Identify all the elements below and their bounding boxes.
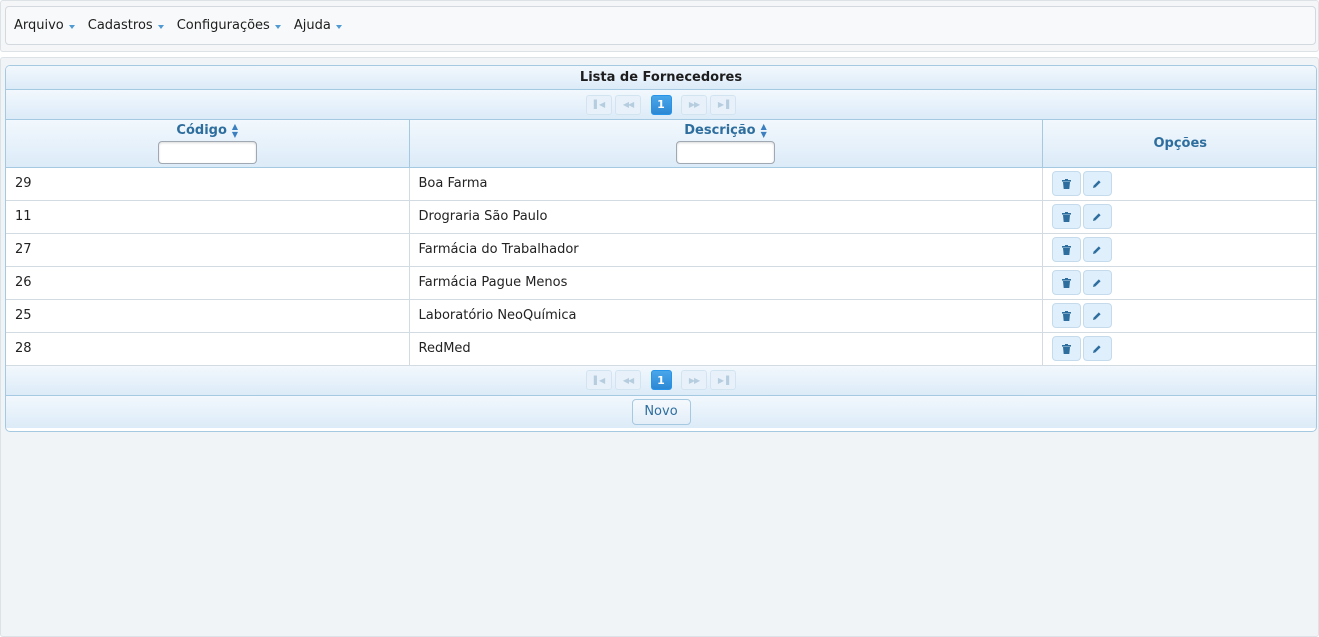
paginator-top: ▌◀ ◀◀ 1 ▶▶ ▶▐ [6,90,1316,120]
cell-descricao: Farmácia Pague Menos [409,266,1043,300]
pencil-icon [1093,245,1101,254]
menu-ajuda-label: Ajuda [293,18,331,33]
menu-configuracoes[interactable]: Configurações [177,18,281,33]
cell-codigo: 29 [6,167,410,201]
menu-cadastros[interactable]: Cadastros [88,18,164,33]
page-1-button[interactable]: 1 [650,370,672,390]
trash-icon [1061,310,1071,321]
trash-icon [1061,277,1071,288]
table-row: 25 Laboratório NeoQuímica [6,299,1316,333]
table-row: 28 RedMed [6,332,1316,366]
first-page-icon[interactable]: ▌◀ [586,370,612,390]
chevron-down-icon [335,24,342,29]
menu-ajuda[interactable]: Ajuda [294,18,342,33]
table-row: 26 Farmácia Pague Menos [6,266,1316,300]
cell-opcoes [1042,299,1316,333]
first-page-icon[interactable]: ▌◀ [586,94,612,115]
trash-icon [1061,244,1071,255]
menubar: Arquivo Cadastros Configurações Ajuda [5,6,1316,45]
cell-codigo: 28 [6,332,410,366]
table-row: 11 Drograria São Paulo [6,200,1316,234]
edit-button[interactable] [1082,303,1112,328]
last-page-icon[interactable]: ▶▐ [710,370,736,390]
table-header-row: Código ▲ ▼ Descrição ▲ ▼ Opções [6,120,1316,168]
paginator-bottom: ▌◀ ◀◀ 1 ▶▶ ▶▐ [6,365,1316,396]
trash-icon [1061,178,1071,189]
chevron-down-icon [157,24,164,29]
menu-cadastros-label: Cadastros [87,18,153,33]
pencil-icon [1093,212,1101,221]
cell-descricao: Laboratório NeoQuímica [409,299,1043,333]
trash-icon [1061,211,1071,222]
pencil-icon [1093,344,1101,353]
column-descricao-label: Descrição [684,123,756,139]
menubar-container: Arquivo Cadastros Configurações Ajuda [0,0,1319,52]
edit-button[interactable] [1082,204,1112,229]
prev-page-icon[interactable]: ◀◀ [615,94,641,115]
delete-button[interactable] [1051,336,1081,361]
sort-icon[interactable]: ▲ ▼ [761,122,767,139]
column-descricao[interactable]: Descrição ▲ ▼ [409,120,1043,168]
panel-title-bar: Lista de Fornecedores [6,66,1316,90]
column-codigo[interactable]: Código ▲ ▼ [6,120,410,168]
edit-button[interactable] [1082,237,1112,262]
menu-arquivo-label: Arquivo [14,18,64,33]
cell-codigo: 11 [6,200,410,234]
panel-title: Lista de Fornecedores [579,70,743,85]
cell-opcoes [1042,332,1316,366]
delete-button[interactable] [1051,171,1081,196]
fornecedores-table: Código ▲ ▼ Descrição ▲ ▼ Opções 29 Boa F… [6,120,1316,366]
trash-icon [1061,343,1071,354]
table-row: 27 Farmácia do Trabalhador [6,233,1316,267]
cell-codigo: 27 [6,233,410,267]
sort-icon[interactable]: ▲ ▼ [232,122,238,139]
delete-button[interactable] [1051,270,1081,295]
fornecedores-datatable: Lista de Fornecedores ▌◀ ◀◀ 1 ▶▶ ▶▐ Códi… [5,65,1317,432]
edit-button[interactable] [1082,270,1112,295]
last-page-icon[interactable]: ▶▐ [710,94,736,115]
cell-opcoes [1042,200,1316,234]
codigo-filter-input[interactable] [157,140,257,164]
chevron-down-icon [274,24,281,29]
descricao-filter-input[interactable] [676,140,775,164]
pencil-icon [1093,311,1101,320]
delete-button[interactable] [1051,303,1081,328]
next-page-icon[interactable]: ▶▶ [681,94,707,115]
table-footer: Novo [6,395,1316,428]
page-1-button[interactable]: 1 [650,94,672,115]
edit-button[interactable] [1082,171,1112,196]
table-row: 29 Boa Farma [6,167,1316,201]
edit-button[interactable] [1082,336,1112,361]
cell-opcoes [1042,266,1316,300]
chevron-down-icon [68,24,75,29]
next-page-icon[interactable]: ▶▶ [681,370,707,390]
prev-page-icon[interactable]: ◀◀ [615,370,641,390]
cell-codigo: 26 [6,266,410,300]
cell-descricao: Drograria São Paulo [409,200,1043,234]
cell-opcoes [1042,233,1316,267]
pencil-icon [1093,179,1101,188]
novo-button[interactable]: Novo [631,398,691,425]
delete-button[interactable] [1051,204,1081,229]
menu-configuracoes-label: Configurações [176,18,270,33]
cell-opcoes [1042,167,1316,201]
pencil-icon [1093,278,1101,287]
cell-descricao: RedMed [409,332,1043,366]
cell-descricao: Farmácia do Trabalhador [409,233,1043,267]
cell-codigo: 25 [6,299,410,333]
column-codigo-label: Código [176,123,227,139]
cell-descricao: Boa Farma [409,167,1043,201]
menu-arquivo[interactable]: Arquivo [14,18,75,33]
column-opcoes-label: Opções [1153,135,1208,151]
content-area: Lista de Fornecedores ▌◀ ◀◀ 1 ▶▶ ▶▐ Códi… [0,57,1319,637]
column-opcoes: Opções [1042,120,1316,168]
delete-button[interactable] [1051,237,1081,262]
